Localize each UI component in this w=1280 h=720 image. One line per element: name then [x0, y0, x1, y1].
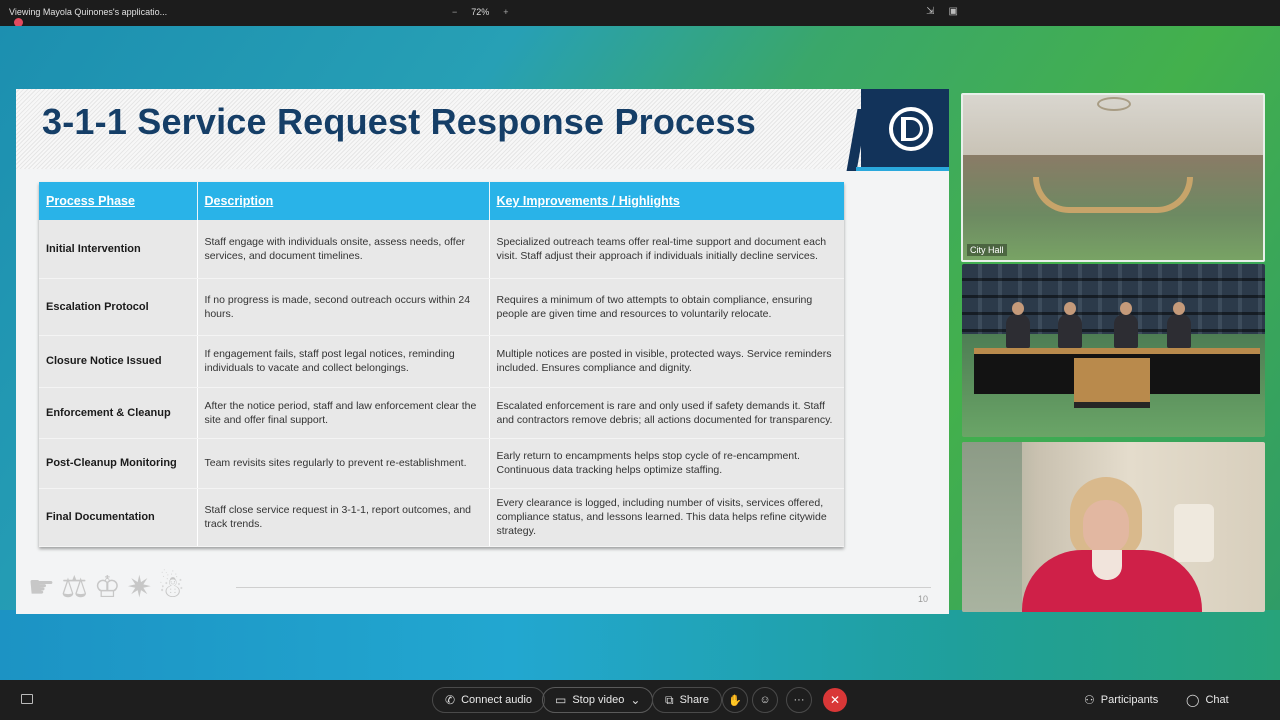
participant-figure: [1006, 302, 1030, 348]
process-table: Process Phase Description Key Improvemen…: [39, 182, 844, 547]
share-button[interactable]: ⧉ Share: [652, 687, 722, 713]
connect-audio-label: Connect audio: [461, 694, 533, 706]
description-cell: After the notice period, staff and law e…: [197, 387, 490, 439]
video-tile-dais[interactable]: [962, 264, 1265, 437]
highlights-cell: Specialized outreach teams offer real-ti…: [489, 220, 844, 279]
topbar-icons: ⇲ ▣: [926, 6, 958, 17]
participant-figure: [1058, 302, 1082, 348]
window: [962, 442, 1022, 612]
highlights-cell: Multiple notices are posted in visible, …: [489, 335, 844, 388]
meeting-toolbar: ✆ Connect audio ▭ Stop video ⌄ ⧉ Share ✋…: [0, 680, 1280, 720]
zoom-controls: − 72% +: [452, 7, 509, 17]
stop-video-label: Stop video: [572, 694, 625, 706]
column-header: Key Improvements / Highlights: [489, 182, 844, 220]
table-row: Enforcement & Cleanup After the notice p…: [39, 387, 844, 439]
share-view-topbar: Viewing Mayola Quinones's applicatio... …: [0, 0, 1280, 26]
logo-accent-line: [856, 167, 949, 171]
slide-title: 3-1-1 Service Request Response Process: [42, 101, 756, 142]
participant-neck: [1092, 550, 1122, 580]
zoom-in-button[interactable]: +: [503, 7, 508, 17]
table-row: Post-Cleanup Monitoring Team revisits si…: [39, 438, 844, 489]
chat-bubble-icon: ◯: [1186, 693, 1200, 707]
connect-audio-button[interactable]: ✆ Connect audio: [432, 687, 546, 713]
video-tile-city-hall[interactable]: City Hall: [961, 93, 1265, 262]
sharing-title: Viewing Mayola Quinones's applicatio...: [9, 7, 168, 17]
table-row: Initial Intervention Staff engage with i…: [39, 220, 844, 279]
scales-icon: ⚖: [60, 571, 88, 604]
popout-icon[interactable]: ▣: [949, 6, 958, 17]
sparkle-icon: ✷: [126, 571, 152, 604]
highlights-cell: Early return to encampments helps stop c…: [489, 438, 844, 489]
participant-figure: [1114, 302, 1138, 348]
shared-slide: 3-1-1 Service Request Response Process P…: [16, 89, 949, 614]
phase-cell: Initial Intervention: [39, 220, 198, 279]
pin-icon[interactable]: ⇲: [926, 6, 934, 17]
footer-divider: [236, 587, 931, 588]
phase-cell: Post-Cleanup Monitoring: [39, 438, 198, 489]
more-options-button[interactable]: ···: [786, 687, 812, 713]
podium: [1074, 358, 1150, 408]
description-cell: Staff engage with individuals onsite, as…: [197, 220, 490, 279]
share-label: Share: [679, 694, 709, 706]
reactions-button[interactable]: ☺: [752, 687, 778, 713]
description-cell: If no progress is made, second outreach …: [197, 278, 490, 336]
stop-video-button[interactable]: ▭ Stop video ⌄: [542, 687, 654, 713]
highlights-cell: Requires a minimum of two attempts to ob…: [489, 278, 844, 336]
video-camera-icon: ▭: [555, 693, 567, 707]
people-icon: ☃: [157, 571, 185, 604]
zoom-level: 72%: [471, 7, 490, 17]
leave-meeting-button[interactable]: ✕: [823, 688, 847, 712]
participant-figure: [1167, 302, 1191, 348]
handshake-icon: ☛: [28, 571, 55, 604]
table-row: Closure Notice Issued If engagement fail…: [39, 335, 844, 388]
close-icon: ✕: [829, 693, 841, 707]
slide-page-number: 10: [918, 594, 929, 604]
zoom-out-button[interactable]: −: [452, 7, 457, 17]
chair: [1174, 504, 1214, 562]
chat-button[interactable]: ◯ Chat: [1186, 687, 1229, 713]
phase-cell: Enforcement & Cleanup: [39, 387, 198, 439]
more-icon: ···: [793, 694, 805, 706]
dallas-logo-icon: [889, 107, 933, 151]
city-seal-icon: [1097, 97, 1131, 111]
chevron-down-icon[interactable]: ⌄: [630, 693, 640, 707]
layout-icon[interactable]: [21, 694, 33, 704]
video-tile-participant[interactable]: [962, 442, 1265, 612]
background-band: [0, 610, 1280, 680]
video-tile-label: City Hall: [967, 244, 1007, 256]
column-header: Description: [197, 182, 490, 220]
description-cell: Team revisits sites regularly to prevent…: [197, 438, 490, 489]
description-cell: Staff close service request in 3-1-1, re…: [197, 488, 490, 547]
phase-cell: Final Documentation: [39, 488, 198, 547]
participants-button[interactable]: ⚇ Participants: [1084, 687, 1158, 713]
participants-label: Participants: [1100, 694, 1159, 706]
phase-cell: Closure Notice Issued: [39, 335, 198, 388]
share-screen-icon: ⧉: [665, 692, 674, 707]
table-row: Final Documentation Staff close service …: [39, 488, 844, 547]
phone-icon: ✆: [445, 693, 456, 707]
table-header-row: Process Phase Description Key Improvemen…: [39, 182, 844, 220]
description-cell: If engagement fails, staff post legal no…: [197, 335, 490, 388]
phase-cell: Escalation Protocol: [39, 278, 198, 336]
chat-label: Chat: [1205, 694, 1229, 706]
council-dais: [1033, 177, 1193, 213]
table-row: Escalation Protocol If no progress is ma…: [39, 278, 844, 336]
column-header: Process Phase: [39, 182, 198, 220]
footer-icon-strip: ☛ ⚖ ♔ ✷ ☃: [28, 571, 185, 605]
highlights-cell: Every clearance is logged, including num…: [489, 488, 844, 547]
hand-icon: ✋: [728, 694, 742, 707]
smiley-icon: ☺: [759, 694, 771, 706]
highlights-cell: Escalated enforcement is rare and only u…: [489, 387, 844, 439]
participants-icon: ⚇: [1084, 693, 1095, 707]
raise-hand-button[interactable]: ✋: [722, 687, 748, 713]
participant-face: [1083, 500, 1129, 554]
trophy-icon: ♔: [93, 571, 121, 604]
